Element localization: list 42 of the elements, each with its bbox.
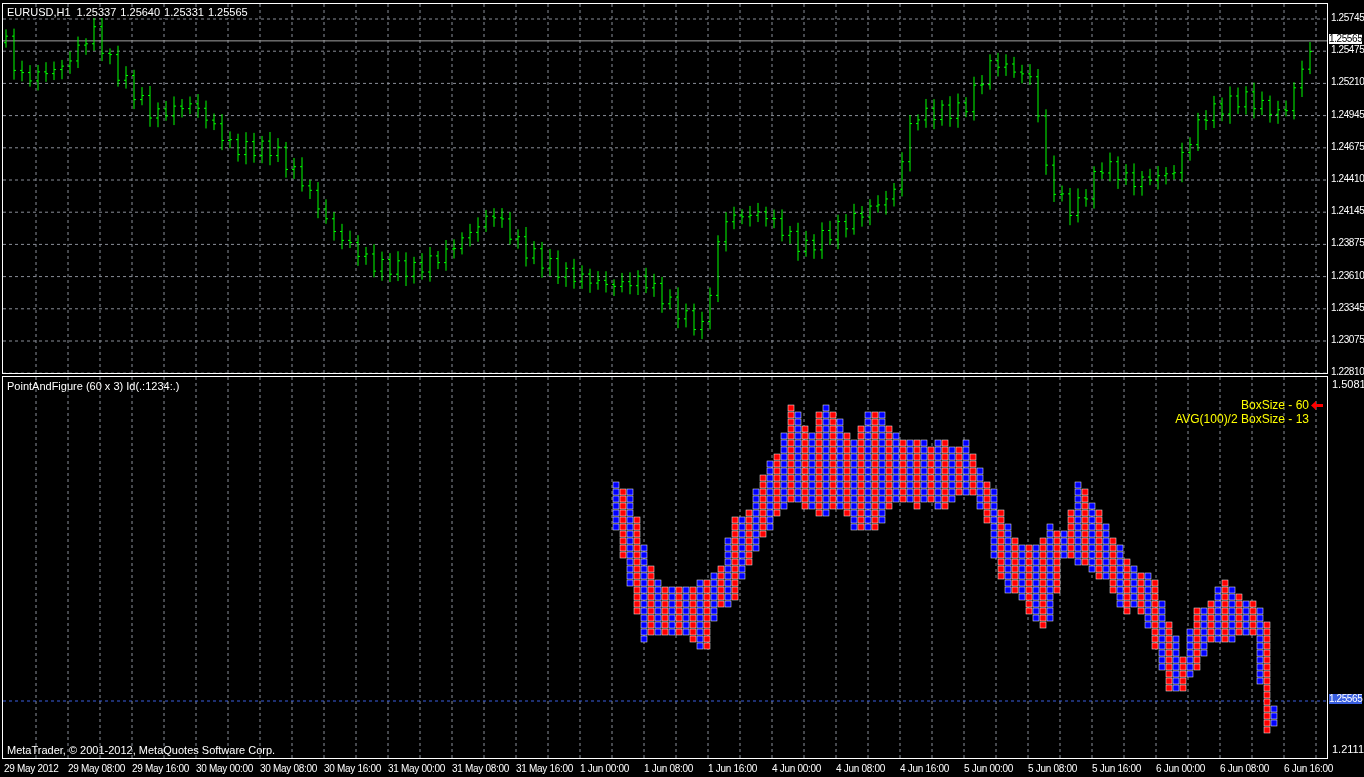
time-axis-label: 6 Jun 16:00	[1284, 762, 1333, 774]
time-axis-label: 4 Jun 08:00	[836, 762, 885, 774]
time-axis-label: 30 May 00:00	[196, 762, 253, 774]
time-axis-label: 1 Jun 16:00	[708, 762, 757, 774]
price-axis-label: 1.22810	[1331, 367, 1364, 378]
price-axis-label: 1.24945	[1331, 109, 1364, 120]
time-axis-label: 29 May 08:00	[68, 762, 125, 774]
chart-symbol: EURUSD,H1	[7, 7, 71, 18]
time-axis-label: 4 Jun 16:00	[900, 762, 949, 774]
time-axis-label: 5 Jun 16:00	[1092, 762, 1141, 774]
time-axis-label: 30 May 16:00	[324, 762, 381, 774]
chart-quote: 1.25337 1.25640 1.25331 1.25565	[76, 7, 248, 18]
time-axis-label: 31 May 08:00	[452, 762, 509, 774]
time-axis-label: 5 Jun 08:00	[1028, 762, 1077, 774]
avg-box-size-label: AVG(100)/2 BoxSize - 13	[1175, 413, 1309, 425]
price-axis-label: 1.24675	[1331, 141, 1364, 152]
time-axis-label: 29 May 16:00	[132, 762, 189, 774]
price-axis-label: 1.25210	[1331, 77, 1364, 88]
time-axis-label: 31 May 16:00	[516, 762, 573, 774]
time-axis-label: 29 May 2012	[4, 762, 59, 774]
price-axis-label: 1.25475	[1331, 45, 1364, 56]
arrow-left-icon	[1311, 400, 1323, 410]
price-axis-label: 1.24145	[1331, 206, 1364, 217]
price-axis-label: 1.23875	[1331, 238, 1364, 249]
price-axis-label: 1.23075	[1331, 335, 1364, 345]
indicator-title: PointAndFigure (60 x 3) Id(.:1234:.)	[7, 381, 180, 392]
price-axis-label: 1.23610	[1331, 270, 1364, 281]
current-price-label: 1.25565	[1329, 33, 1363, 44]
time-axis-label: 1 Jun 00:00	[580, 762, 629, 774]
price-axis-label: 1.23345	[1331, 302, 1364, 313]
price-axis-label: 1.24410	[1331, 174, 1364, 184]
time-axis-label: 30 May 08:00	[260, 762, 317, 774]
time-axis-label: 5 Jun 00:00	[964, 762, 1013, 774]
box-size-label: BoxSize - 60	[1240, 399, 1309, 411]
time-axis-label: 6 Jun 08:00	[1220, 762, 1269, 774]
time-axis-label: 4 Jun 00:00	[772, 762, 821, 774]
indicator-axis-min: 1.2111	[1332, 744, 1364, 755]
price-axis-label: 1.25745	[1331, 13, 1364, 23]
copyright-text: MetaTrader, © 2001-2012, MetaQuotes Software Corp.	[7, 745, 276, 756]
time-axis-label: 31 May 00:00	[388, 762, 445, 774]
time-axis-label: 6 Jun 00:00	[1156, 762, 1205, 774]
time-axis-label: 1 Jun 08:00	[644, 762, 693, 774]
